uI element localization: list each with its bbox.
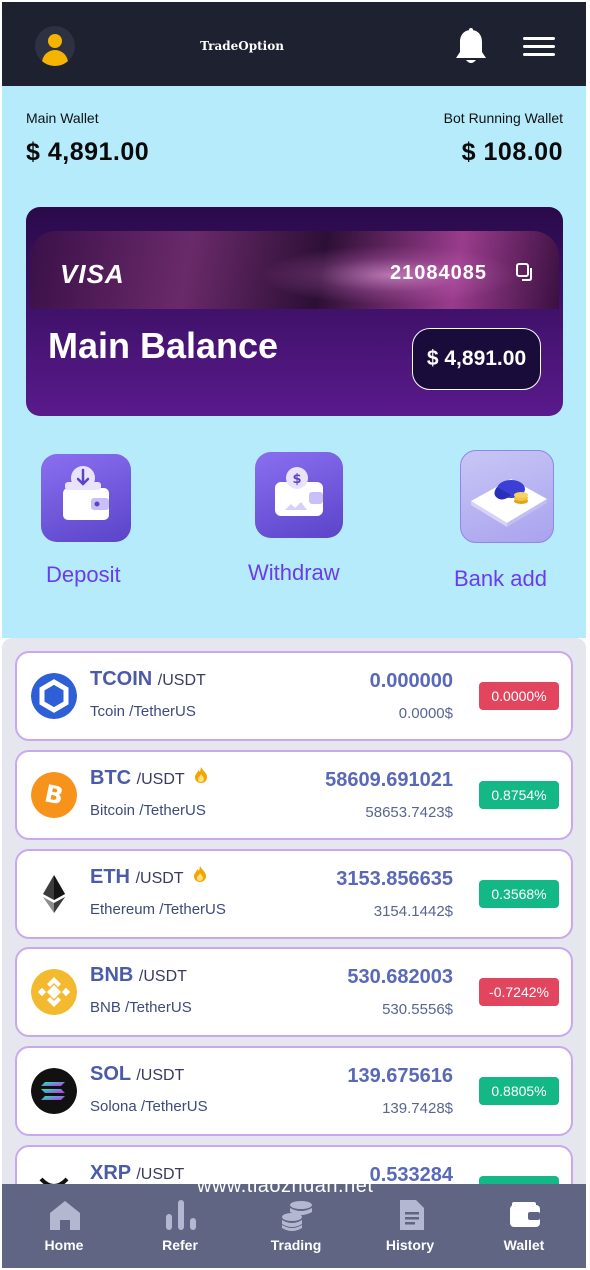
change-badge: 0.0000%	[479, 682, 559, 710]
main-wallet-value: $ 4,891.00	[26, 138, 150, 166]
nav-history-label: History	[385, 1237, 435, 1253]
watermark-text: www.tiaozhuan.net	[197, 1175, 374, 1197]
svg-text:$: $	[292, 472, 301, 487]
bitcoin-logo-icon: B	[31, 772, 77, 818]
card-number: 21084085	[390, 262, 487, 284]
coin-name: Ethereum /TetherUS	[90, 901, 226, 918]
user-avatar-icon[interactable]	[35, 26, 75, 66]
change-badge: 0.3568%	[479, 880, 559, 908]
solana-logo-icon	[31, 1068, 77, 1114]
coin-usd-price: 530.5556$	[382, 1001, 453, 1018]
nav-home-label: Home	[44, 1237, 84, 1253]
bell-icon[interactable]	[454, 28, 488, 66]
coin-price: 0.000000	[369, 670, 453, 692]
coin-name: BNB /TetherUS	[90, 999, 192, 1016]
chainlink-logo-icon	[31, 673, 77, 719]
coin-usd-price: 139.7428$	[382, 1100, 453, 1117]
bank-add-button[interactable]	[460, 450, 554, 543]
change-badge: 0.8754%	[479, 781, 559, 809]
bot-wallet-value: $ 108.00	[461, 138, 563, 166]
wallet-dollar-icon: $	[275, 467, 323, 516]
coin-symbol: TCOIN /USDT	[90, 668, 206, 690]
coin-row-tcoin[interactable]: TCOIN /USDT Tcoin /TetherUS 0.000000 0.0…	[15, 651, 573, 741]
top-bar: TradeOption	[2, 2, 586, 86]
coin-name: Solona /TetherUS	[90, 1098, 208, 1115]
nav-home[interactable]: Home	[6, 1184, 122, 1268]
bank-coins-icon	[471, 479, 547, 527]
coin-usd-price: 0.0000$	[398, 705, 453, 722]
card-strip: VISA 21084085	[30, 231, 559, 309]
coin-price: 3153.856635	[336, 868, 453, 890]
coin-price: 530.682003	[347, 966, 453, 988]
coin-usd-price: 3154.1442$	[373, 903, 453, 920]
coin-name: Tcoin /TetherUS	[90, 703, 196, 720]
change-badge: -0.7242%	[479, 978, 559, 1006]
nav-trading-label: Trading	[270, 1237, 322, 1253]
deposit-button[interactable]	[41, 454, 131, 542]
wallet-download-icon	[63, 466, 109, 520]
coin-price: 139.675616	[347, 1065, 453, 1087]
copy-icon[interactable]	[516, 263, 534, 281]
bnb-logo-icon	[31, 969, 77, 1015]
fire-icon	[195, 767, 208, 783]
change-badge: 0.8805%	[479, 1077, 559, 1105]
coin-symbol: BTC /USDT	[90, 767, 208, 790]
nav-refer-label: Refer	[162, 1237, 198, 1253]
home-icon	[50, 1201, 80, 1230]
app-title: TradeOption	[200, 39, 284, 53]
nav-wallet[interactable]: Wallet	[466, 1184, 582, 1268]
coin-row-eth[interactable]: ETH /USDT Ethereum /TetherUS 3153.856635…	[15, 849, 573, 939]
main-balance-label: Main Balance	[48, 325, 279, 366]
main-balance-value: $ 4,891.00	[412, 328, 541, 390]
bar-chart-icon	[166, 1200, 196, 1230]
coin-symbol: XRP /USDT	[90, 1162, 185, 1184]
hamburger-menu-icon[interactable]	[523, 37, 555, 57]
ethereum-logo-icon	[31, 871, 77, 917]
coin-row-bnb[interactable]: BNB /USDT BNB /TetherUS 530.682003 530.5…	[15, 947, 573, 1037]
nav-wallet-label: Wallet	[503, 1237, 545, 1253]
bank-add-label[interactable]: Bank add	[454, 566, 547, 592]
coin-row-btc[interactable]: B BTC /USDT Bitcoin /TetherUS 58609.6910…	[15, 750, 573, 840]
coin-list: TCOIN /USDT Tcoin /TetherUS 0.000000 0.0…	[2, 638, 586, 1198]
main-wallet-label: Main Wallet	[26, 110, 99, 126]
bot-wallet-label: Bot Running Wallet	[443, 110, 563, 126]
coin-price: 58609.691021	[325, 769, 453, 791]
withdraw-label[interactable]: Withdraw	[248, 560, 340, 586]
fire-icon	[194, 866, 207, 882]
coin-symbol: ETH /USDT	[90, 866, 207, 889]
balance-card[interactable]: VISA 21084085 Main Balance $ 4,891.00	[26, 207, 563, 416]
coin-name: Bitcoin /TetherUS	[90, 802, 206, 819]
wallet-icon	[510, 1202, 540, 1227]
deposit-label[interactable]: Deposit	[46, 562, 121, 588]
withdraw-button[interactable]: $	[255, 452, 343, 538]
document-icon	[400, 1200, 424, 1230]
coin-row-sol[interactable]: SOL /USDT Solona /TetherUS 139.675616 13…	[15, 1046, 573, 1136]
visa-logo: VISA	[60, 259, 125, 289]
coin-symbol: SOL /USDT	[90, 1063, 185, 1085]
coin-usd-price: 58653.7423$	[365, 804, 453, 821]
wallet-summary: Main Wallet $ 4,891.00 Bot Running Walle…	[2, 86, 586, 638]
coin-stack-icon	[282, 1201, 312, 1231]
coin-symbol: BNB /USDT	[90, 964, 187, 986]
